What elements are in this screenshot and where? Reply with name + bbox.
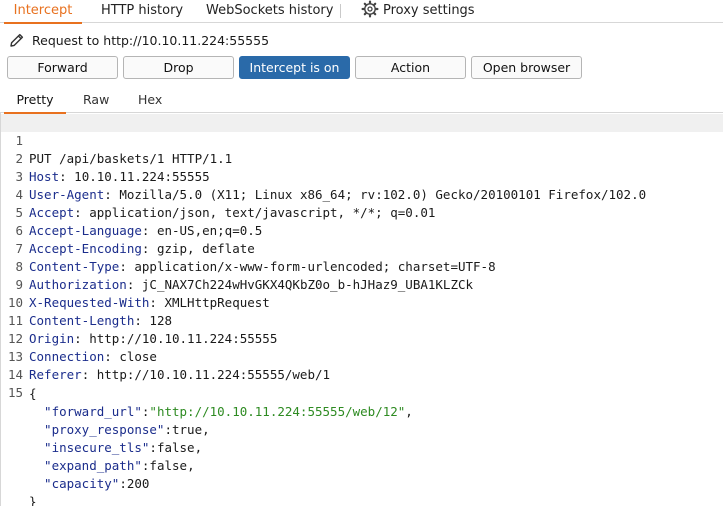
header-line-accept-encoding: 6 Accept-Encoding: gzip, deflate bbox=[1, 204, 723, 256]
gear-icon bbox=[361, 0, 379, 18]
tab-http-history[interactable]: HTTP history bbox=[101, 0, 183, 23]
json-open-brace: { bbox=[1, 367, 723, 401]
tab-hex[interactable]: Hex bbox=[138, 89, 162, 113]
header-line-user-agent: 3 User-Agent: Mozilla/5.0 (X11; Linux x8… bbox=[1, 150, 723, 202]
json-line-insecure-tls: "insecure_tls":false, bbox=[29, 440, 203, 455]
header-line-host: 2 Host: 10.10.11.224:55555 bbox=[1, 132, 723, 184]
request-editor[interactable]: 1 PUT /api/baskets/1 HTTP/1.1 2 Host: 10… bbox=[0, 113, 723, 506]
json-line-capacity: "capacity":200 bbox=[29, 476, 150, 491]
header-line-content-length: 10 Content-Length: 128 bbox=[1, 276, 723, 328]
tab-intercept[interactable]: Intercept bbox=[4, 0, 82, 24]
header-line-accept-language: 5 Accept-Language: en-US,en;q=0.5 bbox=[1, 186, 723, 238]
request-target: Request to http://10.10.11.224:55555 bbox=[8, 31, 269, 51]
request-target-text: Request to http://10.10.11.224:55555 bbox=[32, 33, 270, 48]
tab-websockets-history[interactable]: WebSockets history bbox=[206, 0, 333, 23]
open-browser-button[interactable]: Open browser bbox=[471, 56, 582, 79]
pencil-icon[interactable] bbox=[8, 31, 26, 49]
drop-button[interactable]: Drop bbox=[123, 56, 234, 79]
header-line-connection: 12 Connection: close bbox=[1, 312, 723, 364]
json-line-forward-url: "forward_url":"http://10.10.11.224:55555… bbox=[29, 404, 413, 419]
tab-raw[interactable]: Raw bbox=[83, 89, 109, 113]
proxy-tabs: Intercept HTTP history WebSockets histor… bbox=[0, 0, 723, 24]
header-line-authorization: 8 Authorization: jC_NAX7Ch224wHvGKX4QKbZ… bbox=[1, 240, 723, 292]
tab-proxy-settings[interactable]: Proxy settings bbox=[361, 0, 475, 23]
header-line-accept: 4 Accept: application/json, text/javascr… bbox=[1, 168, 723, 220]
tab-proxy-settings-label: Proxy settings bbox=[383, 3, 475, 18]
message-view-tabs: Pretty Raw Hex bbox=[0, 89, 723, 114]
forward-button[interactable]: Forward bbox=[7, 56, 118, 79]
header-line-origin: 11 Origin: http://10.10.11.224:55555 bbox=[1, 294, 723, 346]
tab-pretty[interactable]: Pretty bbox=[4, 89, 66, 114]
request-line: 1 PUT /api/baskets/1 HTTP/1.1 bbox=[1, 114, 723, 166]
header-line-referer: 13 Referer: http://10.10.11.224:55555/we… bbox=[1, 330, 723, 382]
intercept-toggle-button[interactable]: Intercept is on bbox=[239, 56, 350, 79]
json-close-brace: } bbox=[1, 475, 723, 506]
blank-line: 14 bbox=[1, 348, 723, 382]
header-line-x-requested-with: 9 X-Requested-With: XMLHttpRequest bbox=[1, 258, 723, 310]
json-line-proxy-response: "proxy_response":true, bbox=[29, 422, 210, 437]
json-line-expand-path: "expand_path":false, bbox=[29, 458, 195, 473]
json-brace: } bbox=[29, 494, 37, 506]
tab-separator bbox=[340, 4, 341, 18]
header-line-content-type: 7 Content-Type: application/x-www-form-u… bbox=[1, 222, 723, 274]
action-button[interactable]: Action bbox=[355, 56, 466, 79]
